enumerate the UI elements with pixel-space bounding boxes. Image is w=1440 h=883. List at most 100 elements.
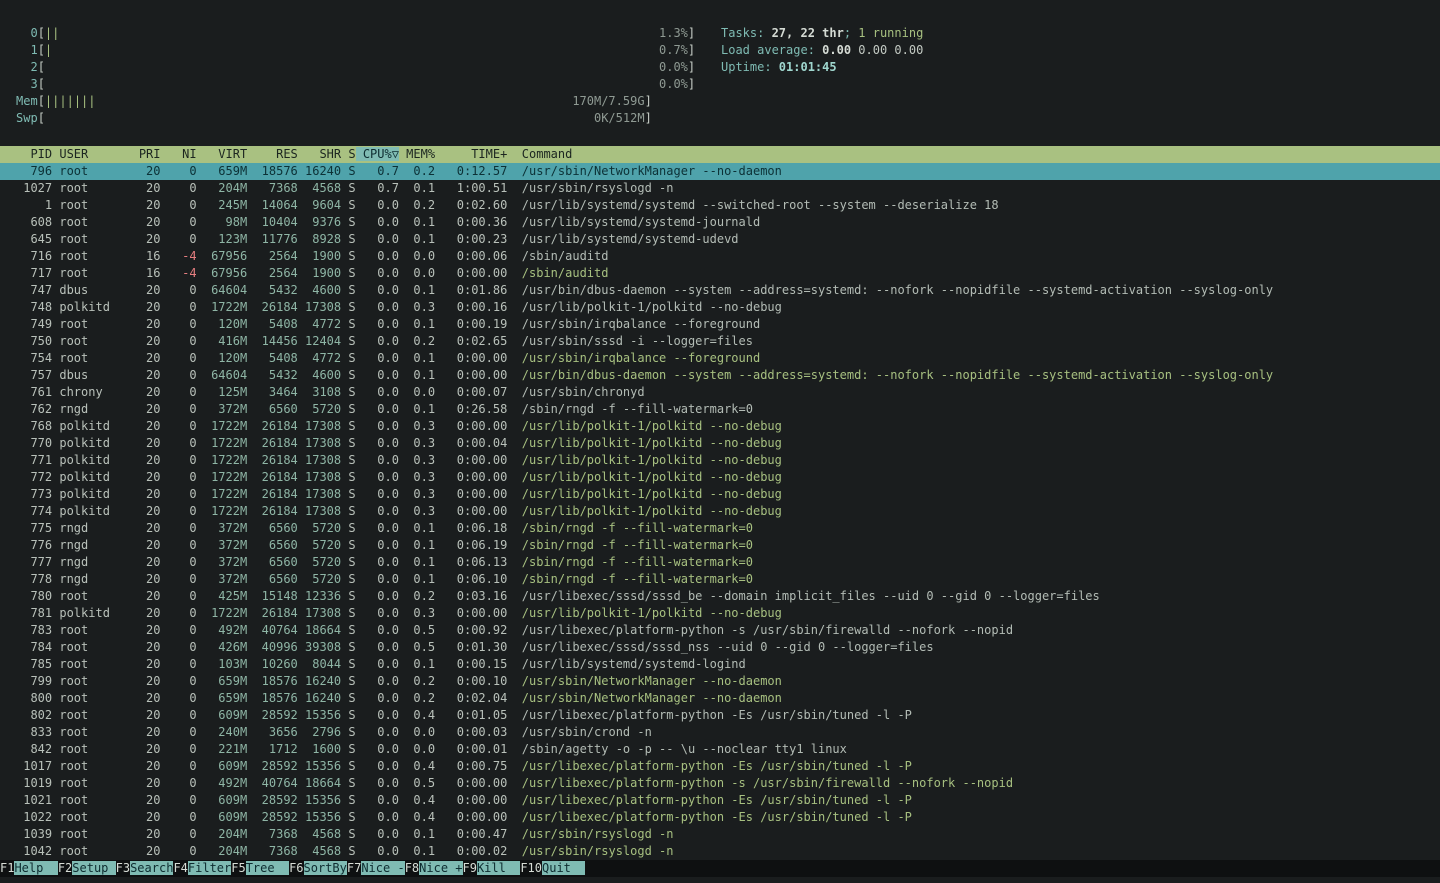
cell-ni: -4 [161,266,197,280]
cell-ni: 0 [161,640,197,654]
cpu2-track: 0.0% [45,59,688,76]
cell-cpu: 0.0 [356,504,399,518]
fkey-quit[interactable]: F10Quit [520,861,585,875]
process-row-748[interactable]: 748 polkitd 20 0 1722M 26184 17308 S 0.0… [0,299,1440,316]
process-row-773[interactable]: 773 polkitd 20 0 1722M 26184 17308 S 0.0… [0,486,1440,503]
cell-mem: 0.1 [399,402,435,416]
cell-mem: 0.1 [399,521,435,535]
column-header-res[interactable]: RES [247,147,298,161]
fkey-setup[interactable]: F2Setup [58,861,116,875]
cell-command: /usr/bin/dbus-daemon --system --address=… [507,368,1273,382]
cell-user: root [52,844,124,858]
process-row-762[interactable]: 762 rngd 20 0 372M 6560 5720 S 0.0 0.1 0… [0,401,1440,418]
cell-pri: 20 [124,215,160,229]
cell-shr: 17308 [298,504,341,518]
process-row-1017[interactable]: 1017 root 20 0 609M 28592 15356 S 0.0 0.… [0,758,1440,775]
process-row-772[interactable]: 772 polkitd 20 0 1722M 26184 17308 S 0.0… [0,469,1440,486]
process-row-1039[interactable]: 1039 root 20 0 204M 7368 4568 S 0.0 0.1 … [0,826,1440,843]
process-row-716[interactable]: 716 root 16 -4 67956 2564 1900 S 0.0 0.0… [0,248,1440,265]
cell-pid: 1022 [16,810,52,824]
process-row-781[interactable]: 781 polkitd 20 0 1722M 26184 17308 S 0.0… [0,605,1440,622]
process-row-1027[interactable]: 1027 root 20 0 204M 7368 4568 S 0.7 0.1 … [0,180,1440,197]
process-row-780[interactable]: 780 root 20 0 425M 15148 12336 S 0.0 0.2… [0,588,1440,605]
process-row-802[interactable]: 802 root 20 0 609M 28592 15356 S 0.0 0.4… [0,707,1440,724]
column-header-ni[interactable]: NI [161,147,197,161]
process-row-833[interactable]: 833 root 20 0 240M 3656 2796 S 0.0 0.0 0… [0,724,1440,741]
process-row-783[interactable]: 783 root 20 0 492M 40764 18664 S 0.0 0.5… [0,622,1440,639]
process-row-750[interactable]: 750 root 20 0 416M 14456 12404 S 0.0 0.2… [0,333,1440,350]
cell-ni: 0 [161,555,197,569]
column-header-s[interactable]: S [341,147,355,161]
process-row-749[interactable]: 749 root 20 0 120M 5408 4772 S 0.0 0.1 0… [0,316,1440,333]
process-row-747[interactable]: 747 dbus 20 0 64604 5432 4600 S 0.0 0.1 … [0,282,1440,299]
fkey-filter[interactable]: F4Filter [173,861,231,875]
process-row-775[interactable]: 775 rngd 20 0 372M 6560 5720 S 0.0 0.1 0… [0,520,1440,537]
cell-time: 0:00.00 [435,419,507,433]
process-row-777[interactable]: 777 rngd 20 0 372M 6560 5720 S 0.0 0.1 0… [0,554,1440,571]
process-row-796[interactable]: 796 root 20 0 659M 18576 16240 S 0.7 0.2… [0,163,1440,180]
process-row-784[interactable]: 784 root 20 0 426M 40996 39308 S 0.0 0.5… [0,639,1440,656]
process-row-799[interactable]: 799 root 20 0 659M 18576 16240 S 0.0 0.2… [0,673,1440,690]
process-row-608[interactable]: 608 root 20 0 98M 10404 9376 S 0.0 0.1 0… [0,214,1440,231]
cell-pri: 20 [124,708,160,722]
cell-cpu: 0.0 [356,487,399,501]
process-row-645[interactable]: 645 root 20 0 123M 11776 8928 S 0.0 0.1 … [0,231,1440,248]
column-header-time[interactable]: TIME+ [435,147,507,161]
fkey-label: Kill [477,861,520,875]
cell-time: 0:00.01 [435,742,507,756]
column-header-shr[interactable]: SHR [298,147,341,161]
process-row-761[interactable]: 761 chrony 20 0 125M 3464 3108 S 0.0 0.0… [0,384,1440,401]
process-table[interactable]: 796 root 20 0 659M 18576 16240 S 0.7 0.2… [0,163,1440,860]
process-row-778[interactable]: 778 rngd 20 0 372M 6560 5720 S 0.0 0.1 0… [0,571,1440,588]
cell-command: /usr/bin/dbus-daemon --system --address=… [507,283,1273,297]
process-row-757[interactable]: 757 dbus 20 0 64604 5432 4600 S 0.0 0.1 … [0,367,1440,384]
cell-time: 0:00.00 [435,368,507,382]
cell-pri: 20 [124,555,160,569]
process-row-717[interactable]: 717 root 16 -4 67956 2564 1900 S 0.0 0.0… [0,265,1440,282]
fkey-search[interactable]: F3Search [116,861,174,875]
fkey-nice-plus[interactable]: F8Nice + [405,861,463,875]
column-header-pid[interactable]: PID [16,147,52,161]
fkey-tree[interactable]: F5Tree [231,861,289,875]
process-row-774[interactable]: 774 polkitd 20 0 1722M 26184 17308 S 0.0… [0,503,1440,520]
cell-cpu: 0.0 [356,674,399,688]
process-row-1021[interactable]: 1021 root 20 0 609M 28592 15356 S 0.0 0.… [0,792,1440,809]
fkey-nice-minus[interactable]: F7Nice - [347,861,405,875]
process-row-768[interactable]: 768 polkitd 20 0 1722M 26184 17308 S 0.0… [0,418,1440,435]
cell-virt: 103M [197,657,248,671]
cell-pri: 20 [124,487,160,501]
process-row-776[interactable]: 776 rngd 20 0 372M 6560 5720 S 0.0 0.1 0… [0,537,1440,554]
process-row-771[interactable]: 771 polkitd 20 0 1722M 26184 17308 S 0.0… [0,452,1440,469]
column-header-command[interactable]: Command [507,147,572,161]
process-row-1[interactable]: 1 root 20 0 245M 14064 9604 S 0.0 0.2 0:… [0,197,1440,214]
cell-cpu: 0.0 [356,759,399,773]
process-row-1022[interactable]: 1022 root 20 0 609M 28592 15356 S 0.0 0.… [0,809,1440,826]
process-row-785[interactable]: 785 root 20 0 103M 10260 8044 S 0.0 0.1 … [0,656,1440,673]
process-row-800[interactable]: 800 root 20 0 659M 18576 16240 S 0.0 0.2… [0,690,1440,707]
column-header-mem[interactable]: MEM% [399,147,435,161]
process-row-1042[interactable]: 1042 root 20 0 204M 7368 4568 S 0.0 0.1 … [0,843,1440,860]
process-row-754[interactable]: 754 root 20 0 120M 5408 4772 S 0.0 0.1 0… [0,350,1440,367]
cell-time: 0:00.10 [435,674,507,688]
column-header-cpu[interactable]: CPU%▽ [356,147,399,161]
process-row-770[interactable]: 770 polkitd 20 0 1722M 26184 17308 S 0.0… [0,435,1440,452]
cell-ni: 0 [161,453,197,467]
column-header-pri[interactable]: PRI [124,147,160,161]
fkey-kill[interactable]: F9Kill [463,861,521,875]
cell-virt: 659M [197,691,248,705]
fkey-help[interactable]: F1Help [0,861,58,875]
column-header-virt[interactable]: VIRT [197,147,248,161]
cell-virt: 204M [197,844,248,858]
cell-user: polkitd [52,606,124,620]
swp-label: Swp [16,111,38,125]
uptime-line-seg: Uptime: [721,60,779,74]
process-row-1019[interactable]: 1019 root 20 0 492M 40764 18664 S 0.0 0.… [0,775,1440,792]
cell-user: root [52,640,124,654]
cell-res: 26184 [247,300,298,314]
process-row-842[interactable]: 842 root 20 0 221M 1712 1600 S 0.0 0.0 0… [0,741,1440,758]
cell-res: 5408 [247,317,298,331]
fkey-sortby[interactable]: F6SortBy [289,861,347,875]
cell-virt: 98M [197,215,248,229]
column-header-user[interactable]: USER [52,147,124,161]
cell-ni: 0 [161,810,197,824]
